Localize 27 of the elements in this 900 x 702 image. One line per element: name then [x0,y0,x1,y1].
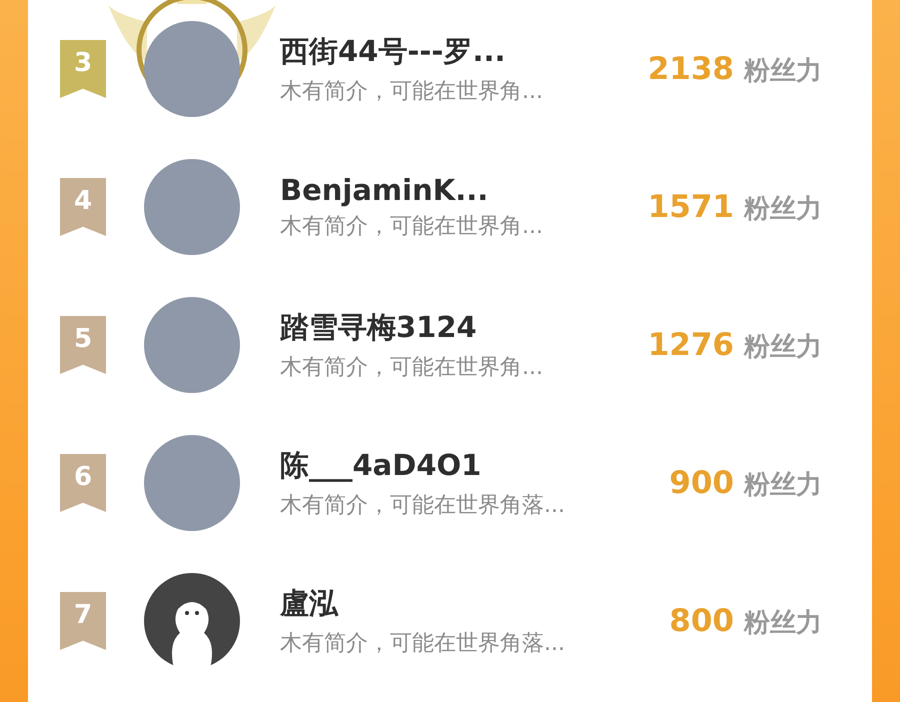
score-unit: 粉丝力 [744,330,822,364]
user-bio: 木有简介，可能在世界角... [280,354,544,382]
rank-badge: 6 [60,454,106,512]
user-name[interactable]: 踏雪寻梅3124 [280,308,648,348]
user-bio: 木有简介，可能在世界角落... [280,492,566,520]
user-name[interactable]: 盧泓 [280,584,670,624]
user-name[interactable]: 陈___4aD4O1 [280,446,670,486]
user-name[interactable]: 西街44号---罗... [280,32,648,72]
fan-score: 800 [669,602,734,638]
score-unit: 粉丝力 [744,54,822,88]
score-unit: 粉丝力 [744,192,822,226]
rank-badge: 7 [60,592,106,650]
score-unit: 粉丝力 [744,468,822,502]
fan-score: 2138 [648,50,734,86]
user-bio: 木有简介，可能在世界角... [280,78,544,106]
rank-badge: 4 [60,178,106,236]
score-unit: 粉丝力 [744,606,822,640]
user-bio: 木有简介，可能在世界角... [280,213,544,241]
user-bio: 木有简介，可能在世界角落... [280,630,566,658]
user-name[interactable]: BenjaminK... [280,173,648,207]
default-avatar-icon[interactable] [144,573,240,669]
rank-badge: 3 [60,40,106,98]
fan-score: 900 [669,464,734,500]
fan-score: 1276 [648,326,734,362]
rank-badge: 5 [60,316,106,374]
fan-score: 1571 [648,188,734,224]
avatar-photo-placeholder[interactable] [144,21,240,117]
